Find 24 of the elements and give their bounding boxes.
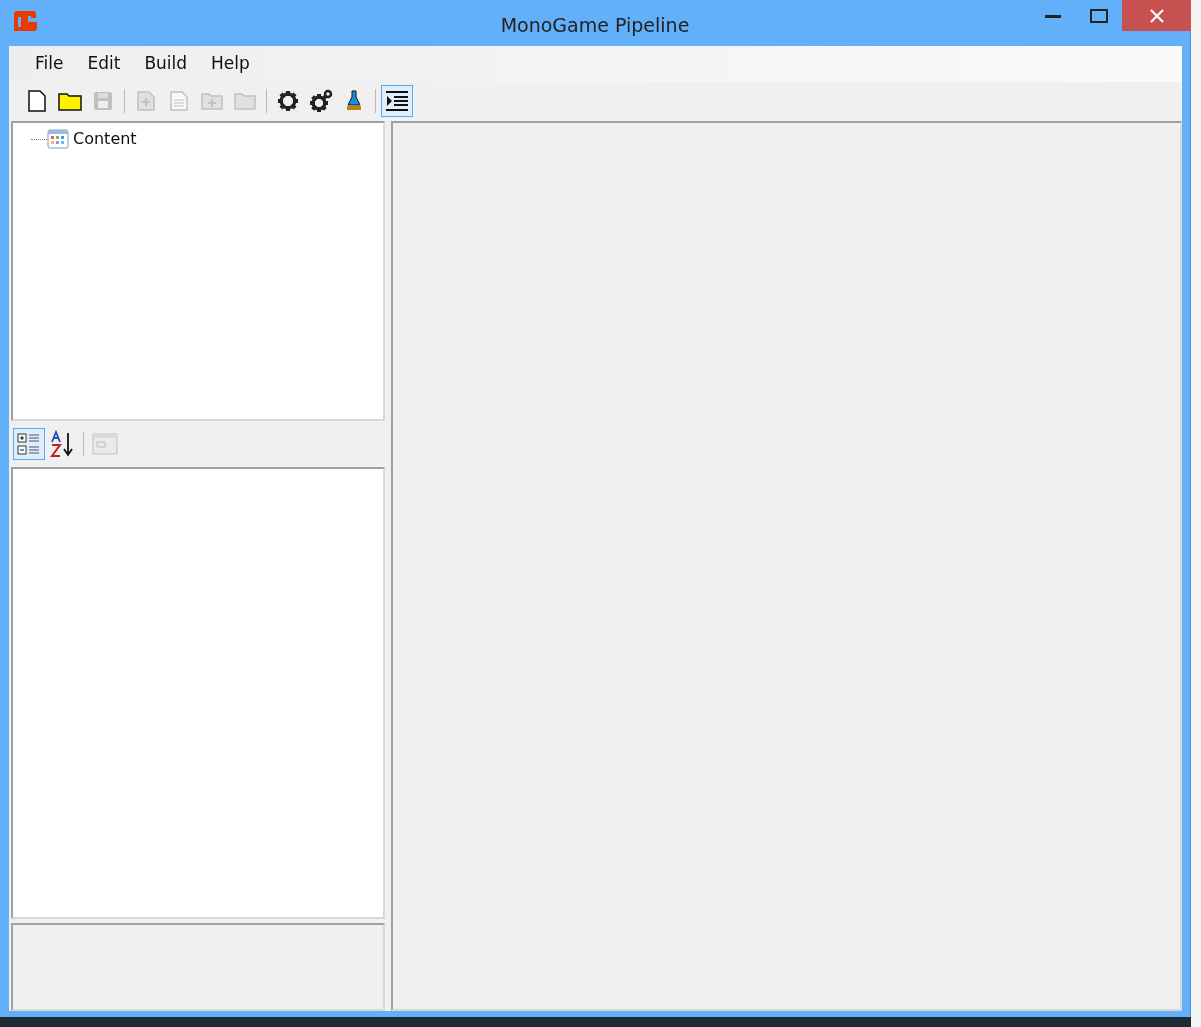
- close-icon: [1149, 9, 1164, 23]
- folder-plus-icon: [201, 90, 223, 111]
- menu-item[interactable]: Edit: [75, 51, 133, 77]
- toolbar-button[interactable]: [381, 84, 413, 117]
- folder-icon: [234, 90, 256, 111]
- content-folder-icon: [47, 129, 69, 149]
- menu-item[interactable]: File: [23, 51, 76, 77]
- gear-icon: [276, 88, 300, 113]
- window-title: MonoGame Pipeline: [500, 13, 690, 38]
- document-lines-icon: [170, 90, 188, 111]
- window-icon: [92, 432, 118, 456]
- document-icon: [28, 89, 46, 112]
- tree-item[interactable]: Content: [73, 127, 137, 151]
- minimize-icon: [1045, 13, 1061, 18]
- sort-az-icon: [48, 430, 76, 458]
- folder-icon: [58, 90, 82, 111]
- close-button[interactable]: [1122, 0, 1191, 31]
- document-plus-icon: [137, 90, 155, 111]
- menu-item[interactable]: Build: [132, 51, 200, 77]
- app-logo-icon: [12, 9, 38, 34]
- menu-item[interactable]: Help: [199, 51, 262, 77]
- indent-lines-icon: [385, 90, 409, 111]
- gears-icon: [309, 88, 333, 113]
- maximize-icon: [1090, 8, 1108, 23]
